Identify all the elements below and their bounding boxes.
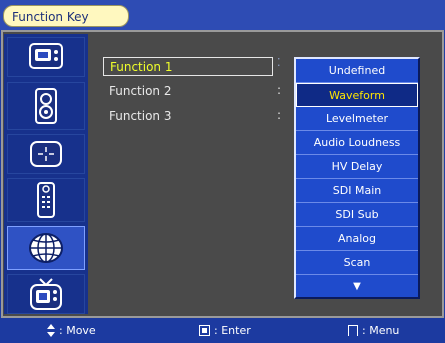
- option-analog[interactable]: Analog: [296, 227, 418, 251]
- monitor-icon: [29, 43, 63, 69]
- sidebar-item-remote[interactable]: [7, 178, 85, 222]
- target-icon: [30, 141, 62, 167]
- page-title: Function Key: [3, 5, 129, 27]
- function-options-list: Undefined Waveform Levelmeter Audio Loud…: [294, 57, 420, 299]
- function-2-separator: :: [277, 83, 282, 97]
- menu-button-icon: [348, 325, 358, 336]
- option-undefined[interactable]: Undefined: [296, 59, 418, 83]
- footer-move: : Move: [47, 318, 96, 343]
- function-3-row[interactable]: Function 3: [103, 107, 273, 126]
- sidebar-item-audio[interactable]: [7, 82, 85, 130]
- footer-enter-label: : Enter: [214, 324, 251, 337]
- sidebar-item-system[interactable]: [7, 274, 85, 314]
- title-bar: Function Key: [0, 0, 445, 30]
- globe-icon: [29, 233, 63, 263]
- option-hv-delay[interactable]: HV Delay: [296, 155, 418, 179]
- option-sdi-sub[interactable]: SDI Sub: [296, 203, 418, 227]
- function-1-row[interactable]: Function 1: [103, 57, 273, 76]
- footer-move-label: : Move: [59, 324, 96, 337]
- scroll-down-icon[interactable]: ▼: [296, 275, 418, 299]
- enter-button-icon: [199, 325, 210, 336]
- tv-icon: [30, 278, 62, 310]
- footer-menu: : Menu: [348, 318, 399, 343]
- option-scan[interactable]: Scan: [296, 251, 418, 275]
- sidebar-item-function[interactable]: [7, 226, 85, 270]
- footer-menu-label: : Menu: [362, 324, 400, 337]
- sidebar-item-marker[interactable]: [7, 134, 85, 174]
- option-levelmeter[interactable]: Levelmeter: [296, 107, 418, 131]
- option-waveform[interactable]: Waveform: [296, 83, 418, 107]
- function-2-row[interactable]: Function 2: [103, 82, 273, 101]
- speaker-icon: [35, 88, 57, 124]
- function-3-separator: :: [277, 108, 282, 122]
- sidebar-item-display[interactable]: [7, 37, 85, 77]
- function-1-separator: ⁚: [277, 56, 281, 69]
- remote-icon: [37, 182, 55, 218]
- footer-bar: : Move : Enter : Menu: [0, 318, 445, 343]
- option-sdi-main[interactable]: SDI Main: [296, 179, 418, 203]
- option-audio-loudness[interactable]: Audio Loudness: [296, 131, 418, 155]
- footer-enter: : Enter: [199, 318, 251, 343]
- sidebar: [4, 34, 88, 314]
- up-down-arrow-icon: [47, 324, 55, 337]
